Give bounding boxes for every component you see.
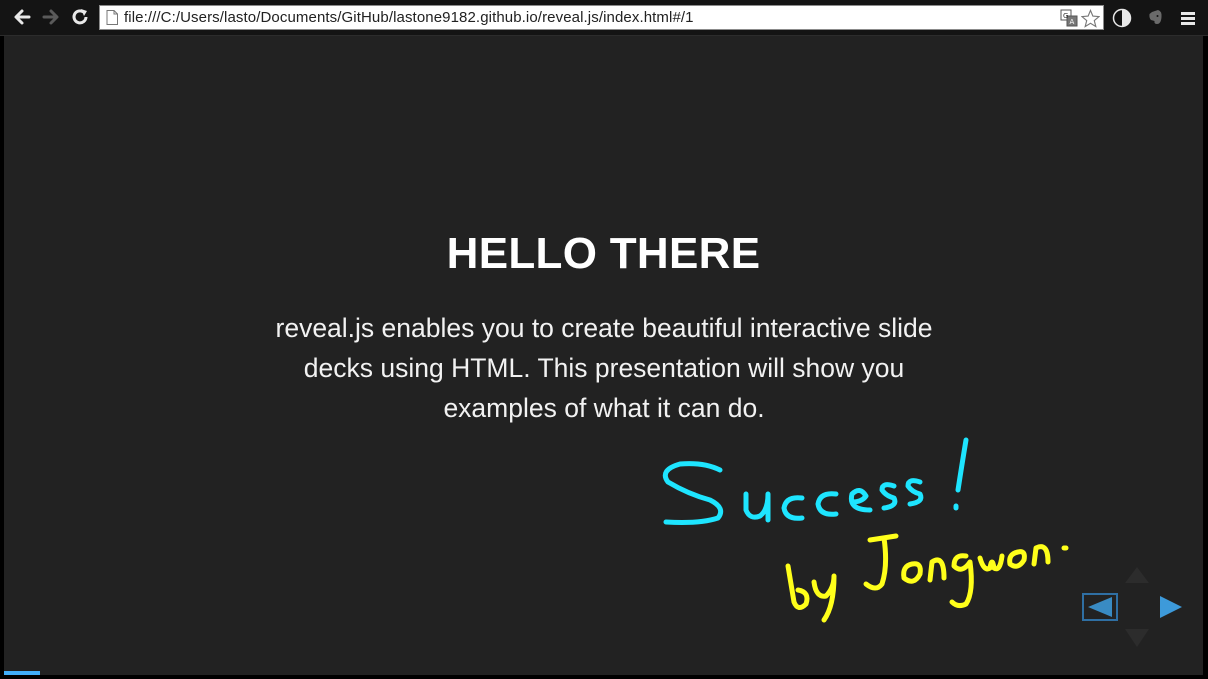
- forward-button[interactable]: [40, 6, 62, 28]
- back-button[interactable]: [11, 6, 33, 28]
- reload-button[interactable]: [69, 6, 91, 28]
- left-arrow-button[interactable]: [1082, 593, 1122, 623]
- right-arrow-button[interactable]: [1158, 593, 1186, 623]
- back-arrow-icon: [14, 9, 31, 25]
- svg-text:G: G: [1063, 12, 1068, 20]
- browser-toolbar: file:///C:/Users/lasto/Documents/GitHub/…: [0, 0, 1208, 36]
- progress-fill: [4, 671, 40, 675]
- star-icon[interactable]: [1081, 9, 1100, 28]
- svg-text:A: A: [1070, 18, 1075, 26]
- slide-controls: [1080, 563, 1190, 653]
- down-arrow-icon[interactable]: [1124, 627, 1150, 649]
- handwriting-success: [662, 437, 969, 525]
- forward-arrow-icon: [42, 9, 59, 25]
- evernote-extension-icon[interactable]: [1146, 8, 1166, 28]
- progress-bar: [4, 671, 1203, 675]
- address-bar[interactable]: file:///C:/Users/lasto/Documents/GitHub/…: [99, 5, 1104, 30]
- contrast-extension-icon[interactable]: [1112, 8, 1132, 28]
- page-icon: [106, 10, 118, 25]
- handwritten-annotation: [662, 437, 1069, 623]
- up-arrow-icon[interactable]: [1124, 565, 1150, 585]
- handwriting-author: [785, 533, 1069, 623]
- url-text: file:///C:/Users/lasto/Documents/GitHub/…: [124, 9, 694, 26]
- menu-icon[interactable]: [1178, 8, 1198, 28]
- presentation-viewport[interactable]: HELLO THERE reveal.js enables you to cre…: [4, 36, 1203, 675]
- translate-icon[interactable]: G A: [1060, 9, 1078, 27]
- reload-icon: [72, 9, 88, 25]
